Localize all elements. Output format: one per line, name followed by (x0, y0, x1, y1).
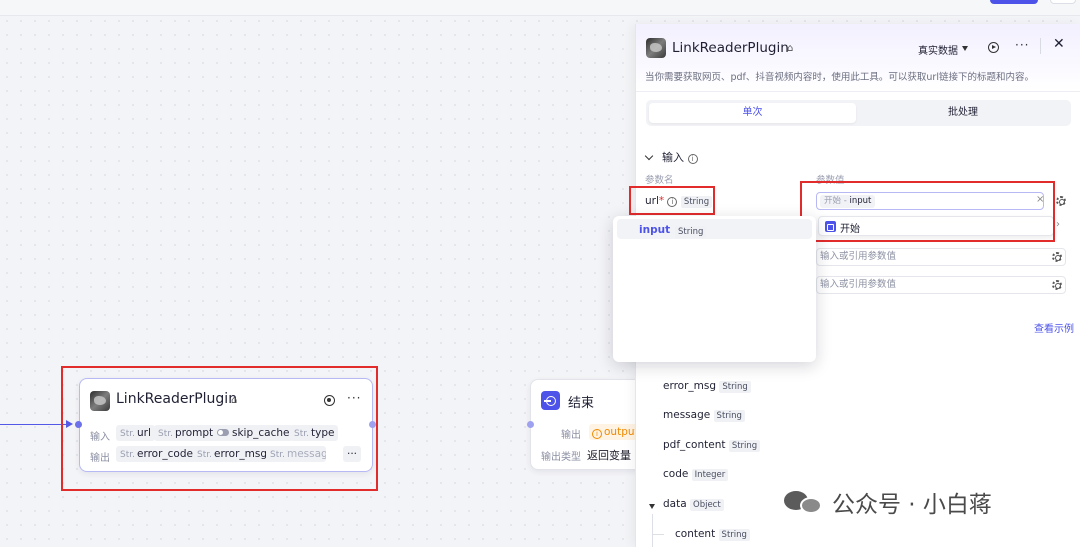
node-output-overflow[interactable]: ··· (343, 446, 362, 462)
tree-line (652, 514, 653, 547)
plugin-input-port[interactable] (75, 421, 82, 428)
end-output-label: 输出 (561, 430, 581, 441)
panel-description: 当你需要获取网页、pdf、抖音视频内容时，使用此工具。可以获取url链接下的标题… (645, 72, 1034, 83)
node-output-chip: Str.message (266, 446, 326, 462)
start-node-icon (825, 221, 836, 232)
node-output-chip: Str. error_msg (193, 446, 272, 462)
tree-branch (652, 534, 664, 535)
output-field: error_msg String (663, 380, 751, 393)
output-field: pdf_content String (663, 439, 761, 452)
input-section-title: 输入 i (662, 149, 698, 165)
end-input-port[interactable] (527, 421, 534, 428)
variable-option-name: input (639, 224, 671, 236)
toolbar-secondary-button[interactable] (1050, 0, 1076, 4)
node-input-label: 输入 (90, 432, 110, 443)
caret-down-icon[interactable] (962, 46, 968, 51)
output-field: code Integer (663, 468, 729, 481)
info-icon: i (667, 197, 678, 207)
variable-option-type: String (675, 226, 707, 238)
chevron-right-icon[interactable]: › (1056, 219, 1060, 230)
plugin-badge-icon: ⌂ (787, 43, 794, 54)
param-url: url* i String (645, 195, 713, 208)
caret-down-icon[interactable] (649, 504, 655, 509)
column-param-name: 参数名 (645, 175, 674, 186)
node-input-chip: Str. type (290, 425, 339, 441)
incoming-edge-arrow (66, 420, 73, 428)
settings-icon[interactable] (1056, 196, 1066, 206)
header-divider (1040, 38, 1041, 54)
end-output-type-value: 返回变量 (587, 449, 631, 462)
end-output-type-label: 输出类型 (541, 452, 581, 463)
boolean-icon (217, 429, 229, 436)
node-input-chip: Str. url (116, 425, 155, 441)
incoming-edge (0, 424, 70, 425)
run-mode-tabs: 单次 批处理 (646, 100, 1071, 126)
test-run-icon[interactable] (324, 395, 335, 406)
tab-batch[interactable]: 批处理 (858, 103, 1068, 123)
node-output-chip: Str. error_code (116, 446, 197, 462)
panel-more-icon[interactable]: ··· (1015, 38, 1029, 52)
url-value-input[interactable]: 开始 - input × (816, 192, 1044, 210)
param-value-input[interactable]: 输入或引用参数值 (816, 276, 1066, 294)
plugin-avatar-icon (646, 38, 666, 58)
panel-title: LinkReaderPlugin (672, 40, 789, 56)
node-input-chip: skip_cache (213, 425, 294, 441)
watermark-text: 公众号 · 小白蒋 (832, 492, 992, 518)
variable-picker-popup: input String (613, 216, 816, 362)
settings-icon[interactable] (1052, 252, 1062, 262)
variable-source-item[interactable]: 开始 (818, 216, 1054, 236)
end-node-title: 结束 (568, 396, 595, 411)
publish-button[interactable] (990, 0, 1038, 4)
plugin-node-title: LinkReaderPlugin (116, 391, 238, 407)
variable-option-input[interactable]: input String (617, 219, 812, 239)
variable-source-label: 开始 (840, 224, 860, 235)
plugin-output-port[interactable] (369, 421, 376, 428)
info-icon: i (687, 154, 698, 164)
output-field: message String (663, 409, 745, 422)
clear-icon[interactable]: × (1036, 194, 1044, 205)
end-node-icon (541, 391, 560, 410)
chevron-down-icon[interactable] (644, 151, 654, 161)
node-output-label: 输出 (90, 453, 110, 464)
run-icon[interactable] (988, 42, 999, 53)
node-input-chip: Str. prompt (154, 425, 218, 441)
plugin-node[interactable]: LinkReaderPlugin ⌂ ··· 输入 Str. url Str. pr… (79, 378, 373, 472)
panel-header: LinkReaderPlugin ⌂ 真实数据 ··· ✕ 当你需要获取网页、p… (636, 24, 1080, 92)
close-icon[interactable]: ✕ (1053, 36, 1065, 52)
param-value-input[interactable]: 输入或引用参数值 (816, 248, 1066, 266)
reference-chip: 开始 - input (820, 195, 876, 208)
tab-single[interactable]: 单次 (649, 103, 856, 123)
column-param-value: 参数值 (816, 175, 845, 186)
plugin-avatar-icon (90, 391, 110, 411)
output-field: content String (675, 528, 750, 541)
end-output-chip: i output (589, 424, 642, 440)
plugin-badge-icon: ⌂ (231, 395, 238, 406)
warning-icon: i (592, 429, 602, 439)
settings-icon[interactable] (1052, 280, 1062, 290)
end-node[interactable]: 结束 输出 i output 输出类型 返回变量 (530, 379, 642, 470)
wechat-logo-icon (784, 489, 824, 515)
node-more-icon[interactable]: ··· (347, 391, 361, 405)
top-toolbar-strip (0, 0, 1080, 16)
data-mode-dropdown[interactable]: 真实数据 (918, 42, 958, 57)
output-field: data Object (663, 498, 724, 511)
see-example-link[interactable]: 查看示例 (1034, 320, 1074, 335)
